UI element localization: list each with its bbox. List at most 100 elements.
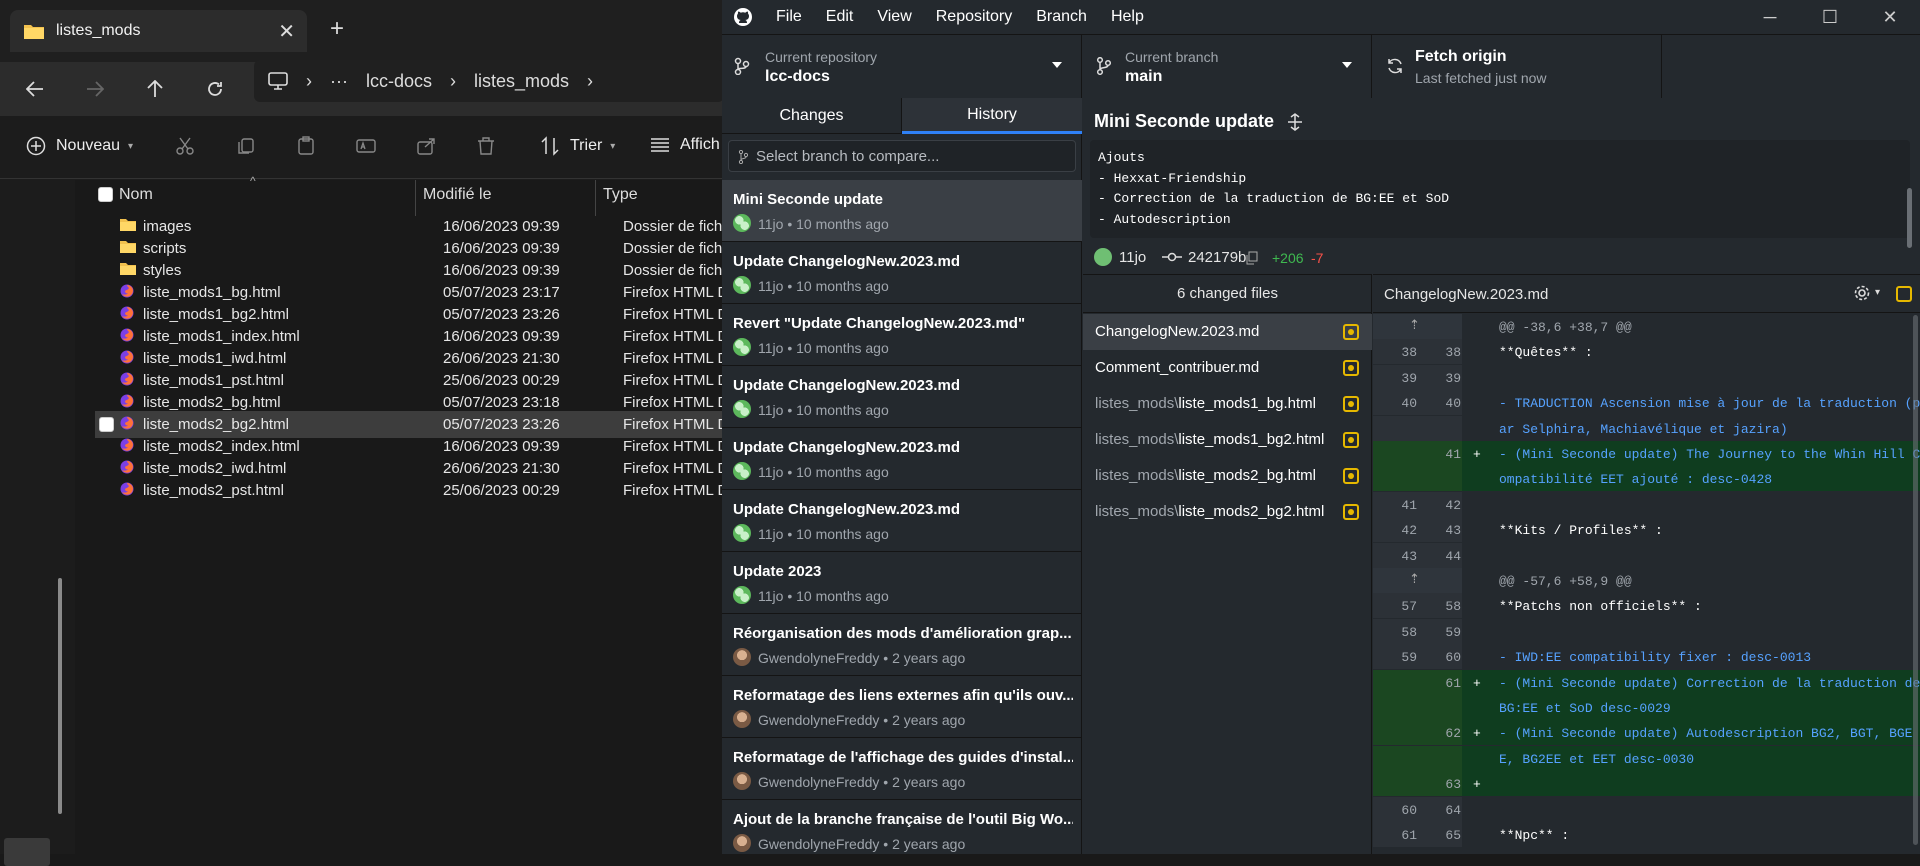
sort-button[interactable]: Trier ▾ (540, 136, 615, 156)
file-modified: 25/06/2023 00:29 (443, 482, 560, 499)
nav-scrollbar[interactable] (58, 578, 62, 814)
commit-item[interactable]: Mini Seconde update 11jo • 10 months ago (722, 180, 1082, 242)
refresh-icon[interactable] (200, 74, 230, 104)
column-modified[interactable]: Modifié le (423, 186, 491, 204)
commit-item[interactable]: Update ChangelogNew.2023.md 11jo • 10 mo… (722, 428, 1082, 490)
nav-selected-item[interactable] (4, 838, 50, 866)
commit-item[interactable]: Reformatage des liens externes afin qu'i… (722, 676, 1082, 738)
changed-file-item[interactable]: Comment_contribuer.md (1083, 350, 1372, 386)
modified-status-icon (1343, 504, 1359, 520)
new-button[interactable]: Nouveau ▾ (26, 136, 133, 156)
view-button[interactable]: Affich (650, 136, 720, 154)
description-scrollbar[interactable] (1907, 188, 1912, 248)
firefox-html-icon (120, 438, 134, 452)
old-line-number: 60 (1401, 802, 1417, 818)
commit-item-meta: 11jo • 10 months ago (758, 526, 889, 542)
close-icon[interactable]: ✕ (1860, 0, 1920, 34)
commit-item-title: Mini Seconde update (733, 191, 884, 208)
changed-file-item[interactable]: listes_mods\liste_mods1_bg2.html (1083, 422, 1372, 458)
fetch-origin-button[interactable]: Fetch origin Last fetched just now (1372, 35, 1662, 99)
column-type[interactable]: Type (603, 186, 638, 204)
diff-scrollbar[interactable] (1913, 315, 1918, 845)
old-line-number: 58 (1401, 624, 1417, 640)
cut-icon[interactable] (175, 136, 195, 156)
commit-item[interactable]: Update ChangelogNew.2023.md 11jo • 10 mo… (722, 242, 1082, 304)
menu-help[interactable]: Help (1111, 8, 1144, 26)
breadcrumb-item-lcc-docs[interactable]: lcc-docs (366, 71, 432, 92)
explorer-tab-bar: listes_mods ✕ + (0, 0, 722, 62)
changed-file-item[interactable]: listes_mods\liste_mods2_bg2.html (1083, 494, 1372, 530)
old-line-number: 59 (1401, 650, 1417, 666)
changed-file-item[interactable]: listes_mods\liste_mods1_bg.html (1083, 386, 1372, 422)
explorer-tab[interactable]: listes_mods ✕ (10, 10, 307, 52)
select-all-checkbox[interactable] (98, 187, 113, 202)
sort-ascending-icon: ^ (250, 174, 256, 188)
commit-item[interactable]: Reformatage de l'affichage des guides d'… (722, 738, 1082, 800)
up-arrow-icon[interactable] (140, 74, 170, 104)
paste-icon[interactable] (296, 136, 316, 156)
commit-icon (1162, 250, 1182, 264)
column-name[interactable]: Nom (119, 186, 153, 204)
changed-file-item[interactable]: listes_mods\liste_mods2_bg.html (1083, 458, 1372, 494)
delete-icon[interactable] (476, 136, 496, 156)
new-line-number: 61 (1445, 675, 1461, 691)
old-line-number: 41 (1401, 497, 1417, 513)
expand-icon[interactable] (1287, 113, 1303, 132)
breadcrumb-overflow-icon[interactable]: ··· (330, 71, 348, 92)
breadcrumb-item-listes-mods[interactable]: listes_mods (474, 71, 569, 92)
commit-item[interactable]: Update ChangelogNew.2023.md 11jo • 10 mo… (722, 490, 1082, 552)
back-arrow-icon[interactable] (20, 74, 50, 104)
menu-repository[interactable]: Repository (936, 8, 1012, 26)
maximize-icon[interactable]: ☐ (1800, 0, 1860, 34)
file-name: liste_mods2_index.html (143, 438, 300, 455)
changed-file-name: Comment_contribuer.md (1095, 359, 1260, 376)
file-modified: 05/07/2023 23:18 (443, 394, 560, 411)
column-divider[interactable] (415, 180, 416, 216)
menu-view[interactable]: View (877, 8, 911, 26)
changed-file-item[interactable]: ChangelogNew.2023.md (1083, 314, 1372, 350)
commit-item[interactable]: Update 2023 11jo • 10 months ago (722, 552, 1082, 614)
copy-icon[interactable] (1246, 251, 1258, 265)
changed-file-dir: listes_mods\ (1095, 503, 1179, 520)
column-divider[interactable] (595, 180, 596, 216)
commit-item[interactable]: Update ChangelogNew.2023.md 11jo • 10 mo… (722, 366, 1082, 428)
diff-gutter (1373, 466, 1462, 492)
close-tab-icon[interactable]: ✕ (278, 19, 295, 44)
file-row[interactable]: liste_mods2_pst.html 25/06/2023 00:29 Fi… (95, 477, 744, 504)
expand-hunk-icon[interactable]: ⇡ (1409, 572, 1420, 587)
menu-edit[interactable]: Edit (826, 8, 854, 26)
file-name: liste_mods2_bg.html (143, 394, 281, 411)
chevron-down-icon (1052, 62, 1062, 68)
diff-line-text: **Patchs non officiels** : (1499, 599, 1702, 615)
commit-item[interactable]: Ajout de la branche française de l'outil… (722, 800, 1082, 854)
minimize-icon[interactable]: ─ (1740, 0, 1800, 34)
commit-item[interactable]: Revert "Update ChangelogNew.2023.md" 11j… (722, 304, 1082, 366)
commit-item-title: Update ChangelogNew.2023.md (733, 501, 960, 518)
commit-body-line: - Hexxat-Friendship (1098, 170, 1247, 186)
row-checkbox[interactable] (99, 417, 114, 432)
share-icon[interactable] (416, 136, 436, 156)
copy-icon[interactable] (236, 136, 256, 156)
forward-arrow-icon[interactable] (80, 74, 110, 104)
rename-icon[interactable] (356, 136, 376, 156)
diff-line-text: @@ -38,6 +38,7 @@ (1499, 320, 1632, 335)
tab-history[interactable]: History (902, 98, 1082, 134)
address-bar[interactable]: › ··· lcc-docs › listes_mods › (254, 60, 724, 102)
changed-file-dir: listes_mods\ (1095, 467, 1179, 484)
compare-branch-input[interactable]: Select branch to compare... (728, 140, 1076, 172)
commit-item-title: Update 2023 (733, 563, 822, 580)
current-branch-button[interactable]: Current branch main (1082, 35, 1372, 99)
diff-line: 41 + - (Mini Seconde update) The Journey… (1373, 441, 1920, 466)
tab-changes[interactable]: Changes (722, 98, 902, 134)
menu-file[interactable]: File (776, 8, 802, 26)
compare-branch-placeholder: Select branch to compare... (756, 147, 940, 165)
diff-line-text: @@ -57,6 +58,9 @@ (1499, 574, 1632, 589)
diff-line-text: - TRADUCTION Ascension mise à jour de la… (1499, 396, 1920, 412)
gear-icon[interactable] (1853, 284, 1871, 302)
commit-item[interactable]: Réorganisation des mods d'amélioration g… (722, 614, 1082, 676)
diff-header: ChangelogNew.2023.md ▾ (1373, 275, 1920, 313)
expand-hunk-icon[interactable]: ⇡ (1409, 318, 1420, 333)
menu-branch[interactable]: Branch (1036, 8, 1087, 26)
current-repository-button[interactable]: Current repository lcc-docs (722, 35, 1082, 99)
new-tab-button[interactable]: + (330, 17, 344, 41)
